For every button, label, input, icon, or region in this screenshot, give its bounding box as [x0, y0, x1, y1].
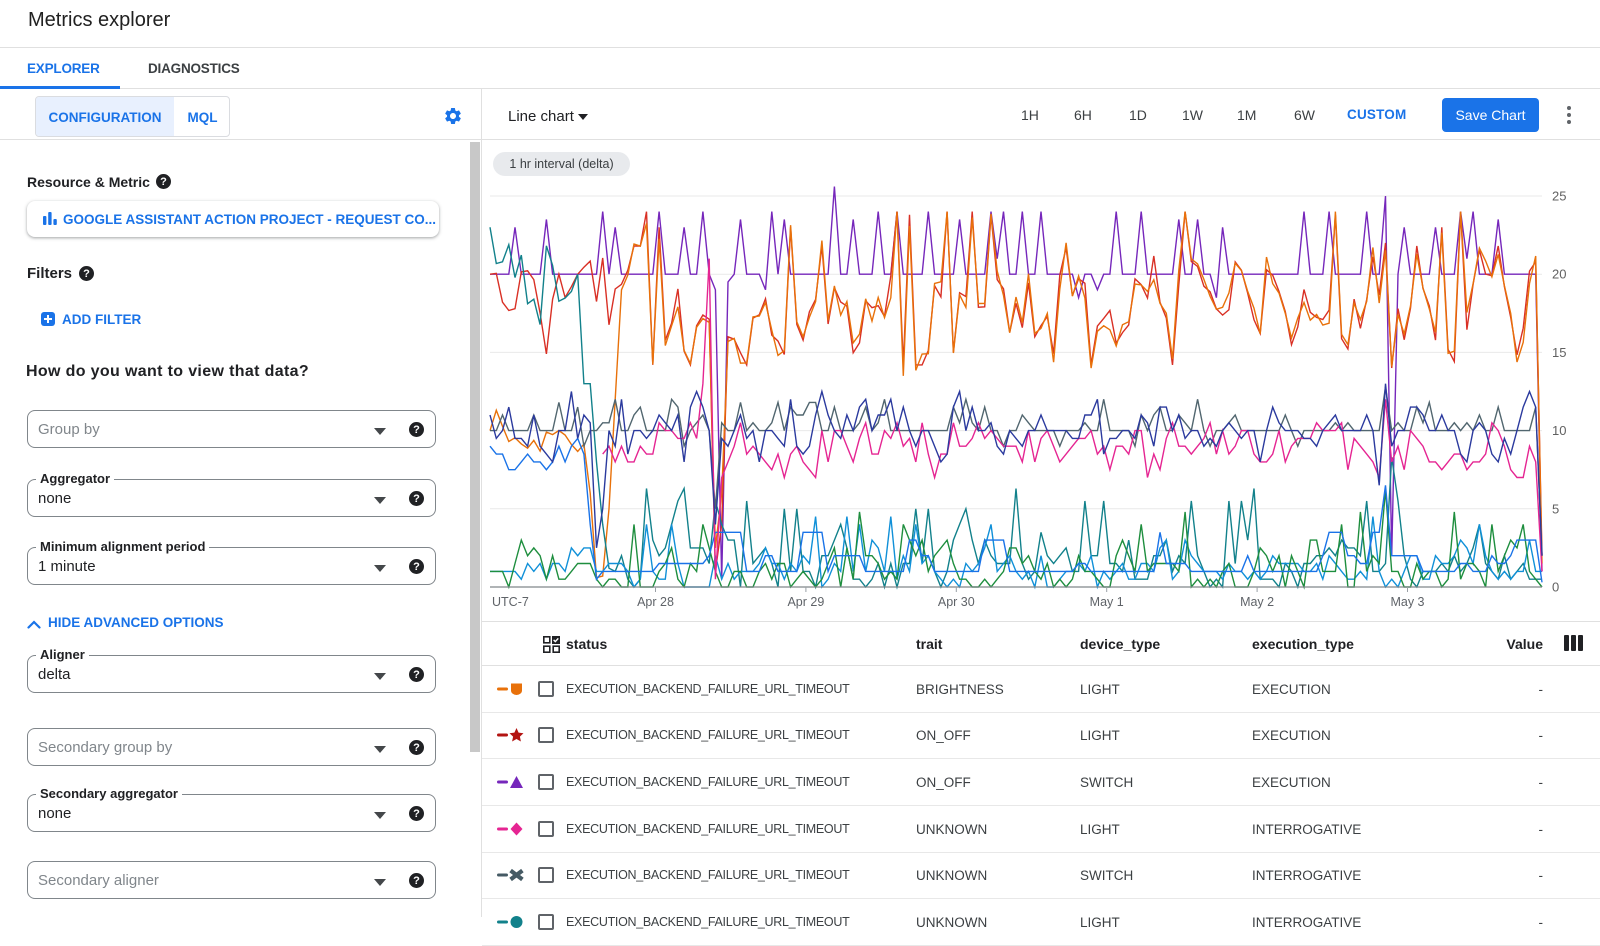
- svg-text:May 2: May 2: [1240, 595, 1274, 609]
- svg-text:Apr 30: Apr 30: [938, 595, 975, 609]
- svg-text:15: 15: [1552, 345, 1566, 360]
- svg-text:May 1: May 1: [1090, 595, 1124, 609]
- svg-text:25: 25: [1552, 189, 1566, 204]
- svg-text:Apr 28: Apr 28: [637, 595, 674, 609]
- svg-text:20: 20: [1552, 267, 1566, 282]
- svg-text:UTC-7: UTC-7: [492, 595, 529, 609]
- svg-text:5: 5: [1552, 501, 1559, 516]
- svg-text:Apr 29: Apr 29: [787, 595, 824, 609]
- svg-text:10: 10: [1552, 423, 1566, 438]
- svg-text:May 3: May 3: [1390, 595, 1424, 609]
- svg-text:0: 0: [1552, 580, 1559, 595]
